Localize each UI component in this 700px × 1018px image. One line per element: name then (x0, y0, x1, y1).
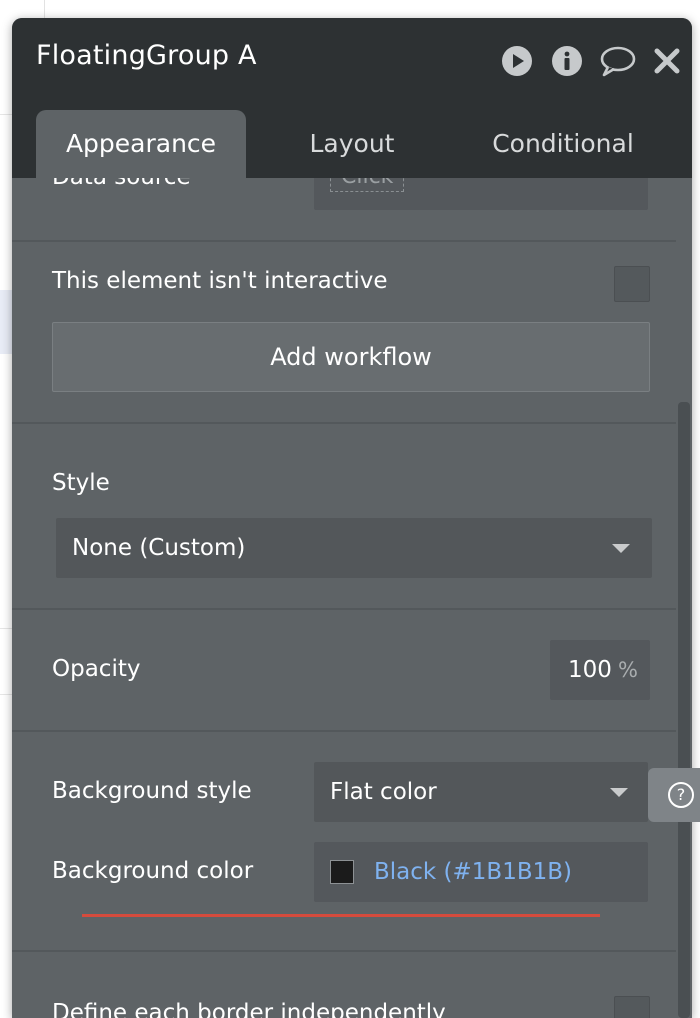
chevron-down-icon (612, 544, 630, 553)
background-style-value: Flat color (330, 779, 437, 805)
section-divider (12, 422, 676, 424)
background-style-label: Background style (52, 778, 252, 804)
add-workflow-button[interactable]: Add workflow (52, 322, 650, 392)
panel-title: FloatingGroup A (36, 40, 257, 71)
section-divider (12, 240, 676, 242)
play-icon[interactable] (500, 44, 534, 78)
section-divider (12, 730, 676, 732)
info-icon[interactable] (550, 44, 584, 78)
canvas-selection-shade (0, 290, 12, 354)
data-source-label: Data source (52, 178, 191, 190)
tab-appearance[interactable]: Appearance (36, 110, 246, 178)
chevron-down-icon (610, 788, 628, 797)
not-interactive-checkbox[interactable] (614, 266, 650, 302)
background-color-label: Background color (52, 858, 254, 884)
border-independent-label: Define each border independently (52, 1000, 446, 1018)
color-swatch[interactable] (330, 860, 354, 884)
panel-scrollbar[interactable] (678, 402, 690, 1018)
opacity-label: Opacity (52, 656, 141, 682)
interactive-label: This element isn't interactive (52, 268, 388, 294)
opacity-value: 100 (568, 657, 612, 683)
opacity-input[interactable]: 100 % (550, 640, 650, 700)
section-divider (12, 608, 676, 610)
close-icon[interactable] (650, 44, 684, 78)
property-editor-panel: FloatingGroup A Appearance Layout Condit… (12, 18, 692, 1018)
tab-conditional[interactable]: Conditional (470, 110, 656, 178)
data-source-click-token[interactable]: Click (330, 178, 405, 192)
canvas-gridline (44, 0, 45, 18)
data-source-field[interactable]: Click (314, 178, 648, 210)
tab-layout[interactable]: Layout (268, 110, 436, 178)
question-icon: ? (668, 782, 694, 808)
border-independent-checkbox[interactable] (614, 996, 650, 1018)
background-color-value: Black (#1B1B1B) (374, 859, 572, 885)
canvas-gridline (0, 628, 12, 629)
style-dropdown-value: None (Custom) (72, 535, 246, 561)
help-button[interactable]: ? (648, 768, 700, 822)
canvas-gridline (0, 694, 12, 695)
background-color-picker[interactable]: Black (#1B1B1B) (314, 842, 648, 902)
style-label: Style (52, 470, 110, 496)
panel-header: FloatingGroup A Appearance Layout Condit… (12, 18, 692, 178)
section-divider (12, 950, 676, 952)
comment-icon[interactable] (598, 44, 638, 78)
style-dropdown[interactable]: None (Custom) (56, 518, 652, 578)
background-style-dropdown[interactable]: Flat color (314, 762, 648, 822)
opacity-unit: % (618, 658, 638, 682)
canvas-gridline (0, 114, 12, 115)
highlight-underline (82, 914, 600, 917)
appearance-tab-content: Data source Click This element isn't int… (12, 178, 692, 1018)
